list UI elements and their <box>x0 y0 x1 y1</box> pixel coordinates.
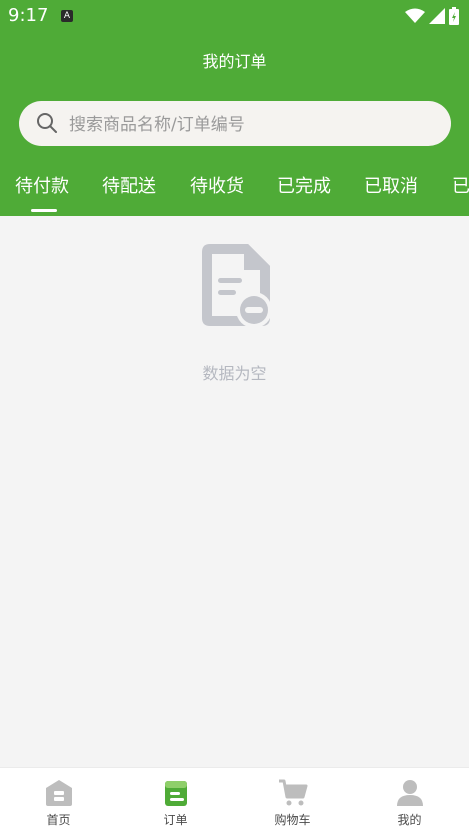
tab-more[interactable]: 已 <box>452 172 469 216</box>
tabbar-home[interactable]: 首页 <box>0 768 117 834</box>
cart-icon <box>279 779 308 806</box>
status-icons <box>405 7 459 25</box>
tabbar-profile-label: 我的 <box>397 813 422 827</box>
battery-icon <box>449 7 459 25</box>
empty-message: 数据为空 <box>202 364 267 383</box>
tabbar-orders[interactable]: 订单 <box>117 768 234 834</box>
empty-document-icon <box>202 244 272 328</box>
search-bar[interactable] <box>19 101 451 148</box>
order-icon <box>165 781 187 806</box>
page-title: 我的订单 <box>202 52 267 71</box>
tabbar-cart[interactable]: 购物车 <box>234 768 351 834</box>
signal-icon <box>429 8 445 24</box>
search-input[interactable] <box>67 101 441 148</box>
tab-completed[interactable]: 已完成 <box>277 172 331 216</box>
home-icon <box>46 780 72 806</box>
header: 9:17 A 我的订单 待付款 待配送 待收货 已完成 已取消 <box>0 0 469 216</box>
tabbar-cart-label: 购物车 <box>274 813 311 827</box>
status-bar: 9:17 A <box>0 0 469 32</box>
wifi-icon <box>405 8 425 23</box>
tab-pending-receipt[interactable]: 待收货 <box>190 172 244 216</box>
tabbar-orders-label: 订单 <box>163 813 188 827</box>
tab-cancelled[interactable]: 已取消 <box>364 172 418 216</box>
search-icon <box>37 113 57 133</box>
active-tab-indicator <box>31 209 57 212</box>
tabbar-profile[interactable]: 我的 <box>351 768 468 834</box>
notification-badge: A <box>61 10 73 22</box>
tab-pending-delivery[interactable]: 待配送 <box>102 172 156 216</box>
tabbar-home-label: 首页 <box>46 813 71 827</box>
status-time: 9:17 <box>8 5 49 26</box>
bottom-tabbar: 首页 订单 购物车 我的 <box>0 767 469 834</box>
profile-icon <box>397 780 423 806</box>
order-status-tabs: 待付款 待配送 待收货 已完成 已取消 已 <box>0 172 469 216</box>
